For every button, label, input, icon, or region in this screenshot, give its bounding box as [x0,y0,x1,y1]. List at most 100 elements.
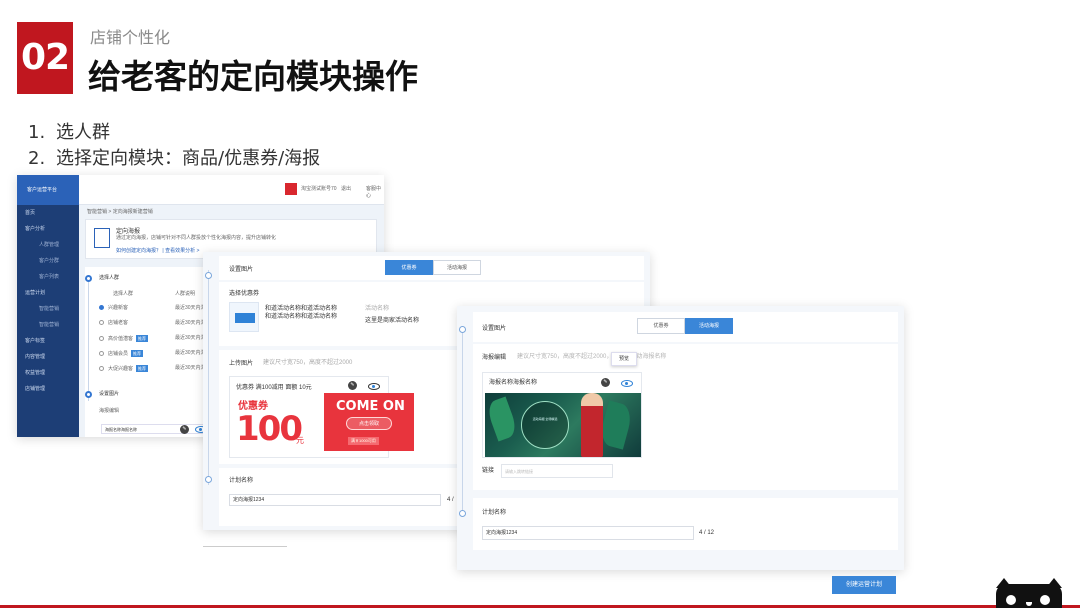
plan-card [473,498,898,550]
sidebar-item-list[interactable]: 客户列表 [17,269,79,285]
coupon-value: 100 [236,409,303,449]
sidebar-item-plan[interactable]: 运营计划 [17,285,79,301]
sidebar-item-shop[interactable]: 店铺管理 [17,381,79,397]
tmall-cat-logo-icon [996,578,1062,608]
exit-link[interactable]: 退出 [341,186,351,193]
poster-model [581,393,603,457]
sidebar-header[interactable]: 客户运营平台 [17,175,79,205]
step-text: 选择定向模块：商品/优惠券/海报 [56,148,321,169]
poster-edit-label: 海报编辑 [482,355,507,361]
plan-name-input[interactable]: 定向海报1234 [229,494,441,506]
preview-eye-icon[interactable] [621,380,633,387]
edit-icon[interactable]: ✎ [601,378,610,387]
sidebar-item-marketing[interactable]: 智能营销 [17,301,79,317]
plan-char-count: 4 / 12 [699,530,715,536]
coupon-desc: 和道活动名称和道活动名称 [265,314,338,320]
edit-icon[interactable]: ✎ [180,425,189,434]
recommend-tag: 推荐 [131,350,144,357]
crowd-option[interactable]: 店铺会员 推荐 [99,350,144,358]
col-header-desc: 人群说明 [175,291,196,297]
sidebar-item-rights[interactable]: 权益管理 [17,365,79,381]
app-screenshot-poster: 设置图片 优惠券 活动海报 海报编辑 建议尺寸宽750，高度不超过2000，可设… [457,306,904,570]
step1-label: 选择人群 [99,275,120,281]
poster-icon [94,228,110,248]
crowd-option[interactable]: 兴趣新客 [99,305,128,312]
coupon-preview: 优惠券 满100减用 面额 10元 ✎ 优惠券 100 元 COME ON 点击… [229,376,414,458]
create-plan-button[interactable]: 创建运营计划 [832,576,896,594]
sidebar-item-groups[interactable]: 客户分群 [17,253,79,269]
sub-label: 海报编辑 [99,408,120,414]
coupon-desc: 和道活动名称和道活动名称 [265,306,338,312]
tab-poster[interactable]: 活动海报 [685,318,733,334]
step-item: 1. 选人群 [28,120,320,146]
tab-poster[interactable]: 活动海报 [433,260,481,275]
slide-subtitle: 店铺个性化 [90,28,171,47]
tab-coupon[interactable]: 优惠券 [637,318,685,334]
preview-eye-icon[interactable] [368,383,380,390]
info-links[interactable]: 如何创建定向海报？ | 查看效果分析 > [116,248,199,255]
recommend-tag: 推荐 [136,335,149,342]
link-label: 链接 [482,468,495,474]
sidebar-item-content[interactable]: 内容管理 [17,349,79,365]
poster-text: 活动海报 全场精选 [532,417,558,421]
steps-list: 1. 选人群 2. 选择定向模块：商品/优惠券/海报 [28,120,320,172]
crowd-option[interactable]: 店铺老客 [99,320,128,327]
step-dot [459,510,466,517]
sidebar-item-marketing-2[interactable]: 智能营销 [17,317,79,333]
step2-label: 设置图片 [99,391,120,397]
radio[interactable] [99,351,104,357]
poster-image: 活动海报 全场精选 [484,393,641,457]
step-text: 选人群 [56,122,110,143]
coupon-preview-title: 优惠券 满100减用 面额 10元 [236,385,312,391]
plan-name-label: 计划名称 [482,510,507,516]
coupon-banner: COME ON 点击领取 满￥1000可用 [324,393,414,451]
edit-icon[interactable]: ✎ [348,381,357,390]
topbar: 淘宝测试账号70 退出 客服中心 [79,175,384,205]
coupon-thumbnail[interactable] [229,302,259,332]
link-input[interactable]: 请输入跳转链接 [501,464,613,478]
coupon-unit: 元 [296,436,304,445]
step-number: 2. [28,148,46,169]
sidebar-item-analysis[interactable]: 客户分析 [17,221,79,237]
poster-edit-hint: 建议尺寸宽750，高度不超过2000，可设置活动海报名称 [517,354,667,360]
upload-hint: 建议尺寸宽750，高度不超过2000 [263,360,353,366]
step-line [88,281,89,401]
sidebar-item-tags[interactable]: 客户标签 [17,333,79,349]
shop-logo-icon [285,183,297,195]
claim-button[interactable]: 点击领取 [346,417,392,430]
coupon-graphic: 优惠券 100 元 [236,397,322,457]
breadcrumb: 智能营销 > 定向海报新建营销 [87,209,153,215]
step-dot [85,275,92,282]
poster-name: 海报名称海报名称 [489,380,538,386]
divider [203,546,287,547]
info-desc: 通过定向海报，店铺可针对不同人群投放个性化海报内容，提升店铺转化 [116,235,277,241]
banner-sub: 满￥1000可用 [348,437,379,445]
plan-name-label: 计划名称 [229,478,254,484]
sidebar: 客户运营平台 首页 客户分析 人群管理 客户分群 客户列表 运营计划 智能营销 … [17,175,79,437]
radio[interactable] [99,336,104,342]
crowd-option[interactable]: 高价值潜客 推荐 [99,335,149,343]
step-dot [85,391,92,398]
plan-char-count: 4 / [447,497,454,503]
radio[interactable] [99,366,104,372]
step-number: 1. [28,122,46,143]
choose-coupon-label: 选择优惠券 [229,291,260,297]
shop-name[interactable]: 淘宝测试账号70 [301,186,337,193]
tab-coupon[interactable]: 优惠券 [385,260,433,275]
sidebar-item-home[interactable]: 首页 [17,205,79,221]
step-line [208,270,209,485]
sidebar-item-crowd[interactable]: 人群管理 [17,237,79,253]
radio-selected[interactable] [99,305,104,311]
activity-col-value: 这里是商家活动名称 [365,318,420,324]
slide-title: 给老客的定向模块操作 [88,57,418,96]
radio[interactable] [99,320,104,326]
plan-name-input[interactable]: 定向海报1234 [482,526,694,540]
tab-group: 优惠券 活动海报 [385,260,481,276]
crowd-option[interactable]: 大促兴趣客 推荐 [99,365,149,373]
help-link[interactable]: 客服中心 [366,186,384,200]
step-line [462,330,463,515]
step-dot [459,326,466,333]
coupon-icon [235,313,255,323]
slide-number-badge: 02 [17,22,73,94]
activity-col-label: 活动名称 [365,306,390,312]
